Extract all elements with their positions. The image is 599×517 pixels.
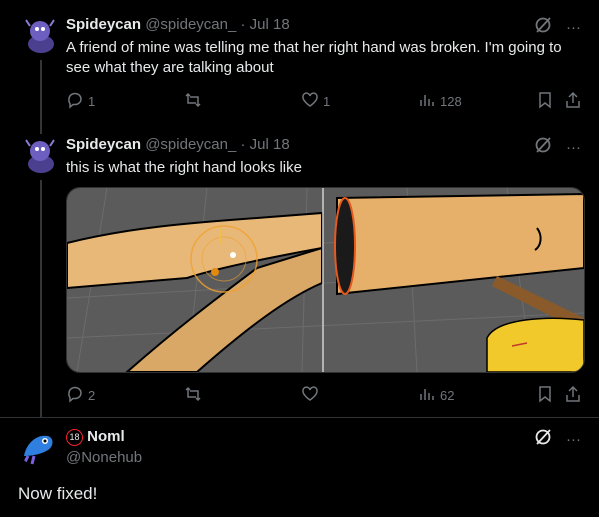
like-button[interactable]: 1 bbox=[301, 91, 330, 112]
reply-tweet[interactable]: 18 Noml @Nonehub ··· Now fixed! bbox=[0, 418, 599, 517]
grok-slash-icon[interactable] bbox=[534, 16, 552, 38]
retweet-icon bbox=[184, 385, 202, 406]
share-icon bbox=[564, 91, 582, 112]
handle[interactable]: @Nonehub bbox=[66, 449, 142, 466]
like-icon bbox=[301, 385, 319, 406]
reply-icon bbox=[66, 91, 84, 112]
reply-button[interactable]: 2 bbox=[66, 385, 95, 406]
like-count: 1 bbox=[323, 94, 331, 109]
more-icon[interactable]: ··· bbox=[566, 19, 581, 36]
retweet-button[interactable] bbox=[184, 385, 206, 406]
share-button[interactable] bbox=[564, 91, 582, 112]
handle[interactable]: @spideycan_ bbox=[145, 16, 236, 33]
handle[interactable]: @spideycan_ bbox=[145, 136, 236, 153]
more-icon[interactable]: ··· bbox=[566, 139, 581, 156]
avatar[interactable] bbox=[20, 134, 60, 174]
tweet-media-image[interactable] bbox=[66, 187, 585, 373]
like-icon bbox=[301, 91, 319, 112]
views-count: 128 bbox=[440, 94, 462, 109]
retweet-icon bbox=[184, 91, 202, 112]
views-count: 62 bbox=[440, 388, 455, 403]
bookmark-button[interactable] bbox=[536, 385, 554, 406]
tweet-text: A friend of mine was telling me that her… bbox=[66, 39, 562, 76]
grok-slash-icon[interactable] bbox=[534, 428, 552, 450]
reply-text: Now fixed! bbox=[18, 484, 98, 503]
reply-count: 2 bbox=[88, 388, 96, 403]
separator: · bbox=[240, 16, 246, 33]
display-name[interactable]: Spideycan bbox=[66, 16, 141, 33]
display-name[interactable]: Spideycan bbox=[66, 136, 141, 153]
reply-count: 1 bbox=[88, 94, 96, 109]
reply-top-actions: ··· bbox=[534, 428, 581, 450]
like-button[interactable] bbox=[301, 385, 323, 406]
tweet-1[interactable]: Spideycan @spideycan_ · Jul 18 ··· A fri… bbox=[0, 0, 599, 120]
reply-header: 18 Noml bbox=[66, 428, 125, 446]
views-icon bbox=[418, 91, 436, 112]
tweet-date[interactable]: Jul 18 bbox=[250, 136, 290, 153]
tweet-top-actions: ··· bbox=[534, 136, 581, 158]
thread-line bbox=[40, 180, 42, 417]
tweet-header: Spideycan @spideycan_ · Jul 18 bbox=[66, 16, 290, 33]
tweet-top-actions: ··· bbox=[534, 16, 581, 38]
share-button[interactable] bbox=[564, 385, 582, 406]
tweet-actions: 1 1 128 bbox=[66, 91, 586, 111]
tweet-date[interactable]: Jul 18 bbox=[250, 16, 290, 33]
grok-slash-icon[interactable] bbox=[534, 136, 552, 158]
avatar[interactable] bbox=[20, 14, 60, 54]
reply-icon bbox=[66, 385, 84, 406]
share-icon bbox=[564, 385, 582, 406]
display-name[interactable]: Noml bbox=[87, 428, 125, 445]
tweet-header: Spideycan @spideycan_ · Jul 18 bbox=[66, 136, 290, 153]
thread-line bbox=[40, 120, 42, 134]
retweet-button[interactable] bbox=[184, 91, 206, 112]
bookmark-icon bbox=[536, 91, 554, 112]
views-icon bbox=[418, 385, 436, 406]
bookmark-icon bbox=[536, 385, 554, 406]
avatar[interactable] bbox=[18, 426, 58, 466]
hand-render-image bbox=[67, 188, 584, 372]
tweet-text: this is what the right hand looks like bbox=[66, 159, 302, 176]
more-icon[interactable]: ··· bbox=[566, 431, 581, 448]
age-badge-icon: 18 bbox=[66, 429, 83, 446]
age-badge-label: 18 bbox=[69, 432, 80, 442]
tweet-actions: 2 62 bbox=[66, 385, 586, 405]
views-button[interactable]: 128 bbox=[418, 91, 462, 112]
reply-button[interactable]: 1 bbox=[66, 91, 95, 112]
separator: · bbox=[240, 136, 246, 153]
bookmark-button[interactable] bbox=[536, 91, 554, 112]
views-button[interactable]: 62 bbox=[418, 385, 454, 406]
